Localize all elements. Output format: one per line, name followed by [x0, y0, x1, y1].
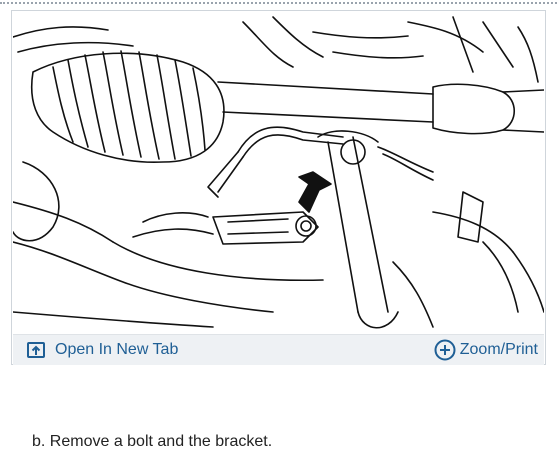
- figure-toolbar: Open In New Tab Zoom/Print: [13, 334, 544, 365]
- top-divider: [0, 2, 557, 4]
- figure-card: Open In New Tab Zoom/Print: [11, 10, 546, 365]
- open-in-new-tab-link[interactable]: Open In New Tab: [27, 339, 178, 361]
- open-in-new-tab-icon: [27, 342, 45, 358]
- zoom-plus-icon: [434, 339, 456, 361]
- step-caption: b. Remove a bolt and the bracket.: [32, 433, 273, 450]
- repair-diagram-image: [13, 12, 544, 334]
- open-in-new-tab-label: Open In New Tab: [55, 341, 179, 358]
- zoom-print-link[interactable]: Zoom/Print: [434, 339, 538, 361]
- zoom-print-label: Zoom/Print: [459, 341, 538, 358]
